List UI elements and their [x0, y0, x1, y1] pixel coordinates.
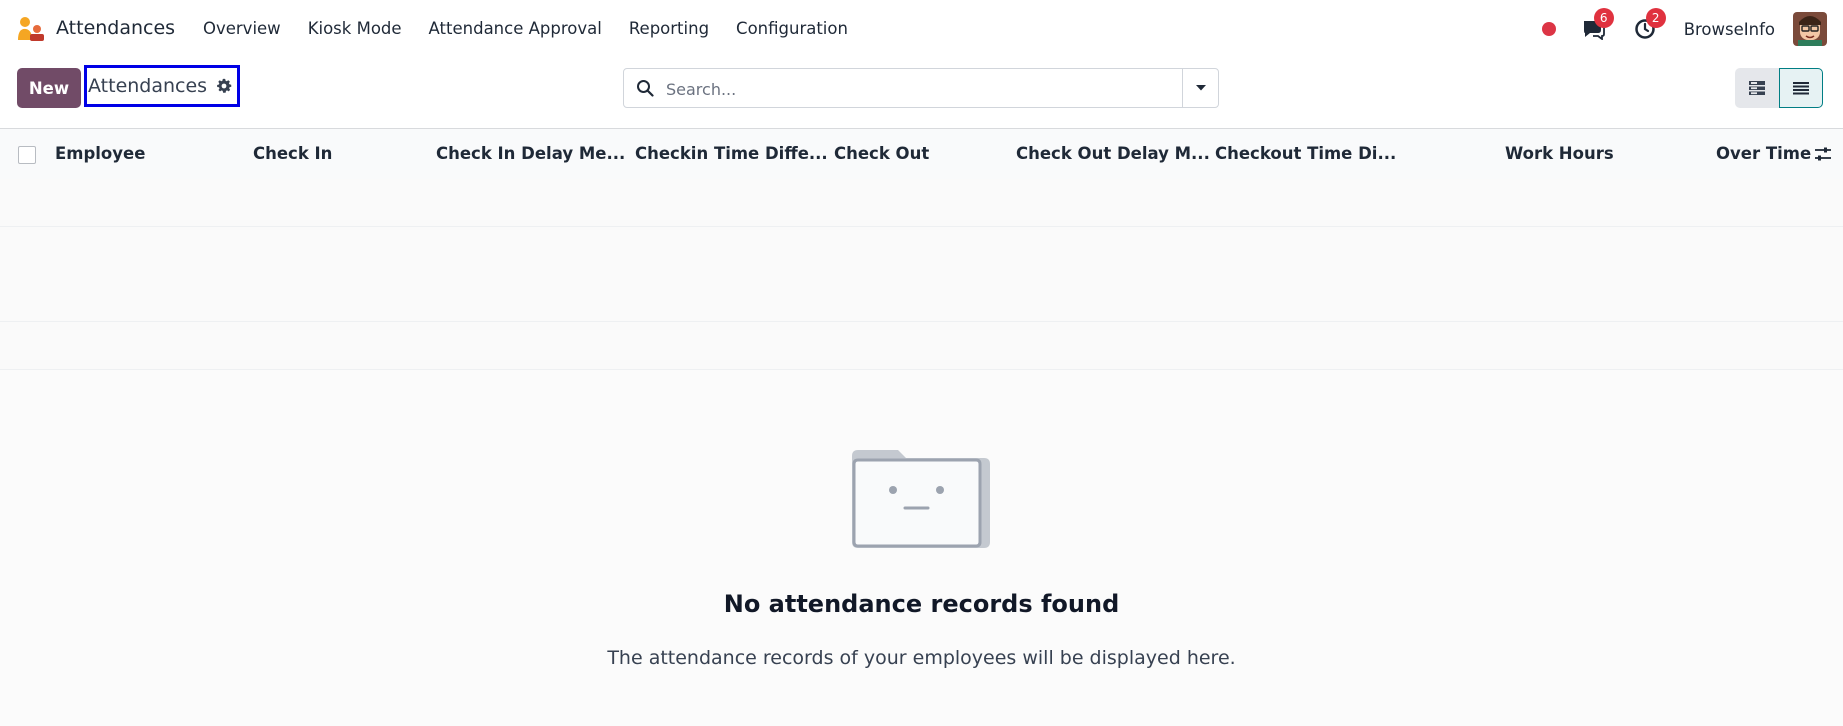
status-dot[interactable]	[1541, 22, 1556, 36]
empty-folder-icon	[848, 446, 994, 554]
top-navbar: Attendances Overview Kiosk Mode Attendan…	[0, 0, 1843, 58]
gear-icon[interactable]	[216, 78, 232, 94]
kanban-view-icon	[1749, 81, 1765, 95]
menu-kiosk-mode[interactable]: Kiosk Mode	[308, 19, 402, 38]
column-employee[interactable]: Employee	[55, 144, 145, 163]
search-options-toggle[interactable]	[1182, 68, 1219, 108]
view-switcher	[1735, 68, 1823, 108]
user-avatar[interactable]	[1793, 12, 1827, 46]
kanban-view-button[interactable]	[1735, 68, 1779, 108]
messages-button[interactable]: 6	[1580, 8, 1614, 42]
page-title: Attendances	[88, 75, 208, 97]
column-check-in[interactable]: Check In	[253, 144, 332, 163]
app-title[interactable]: Attendances	[56, 17, 175, 39]
breadcrumb: Attendances	[84, 65, 240, 107]
table-row	[0, 322, 1843, 370]
systray: 6 2 BrowseInfo	[1541, 8, 1827, 46]
main-menu: Overview Kiosk Mode Attendance Approval …	[203, 19, 875, 38]
column-work-hours[interactable]: Work Hours	[1505, 144, 1614, 163]
table-row	[0, 179, 1843, 227]
company-switcher[interactable]: BrowseInfo	[1684, 20, 1775, 39]
activities-badge: 2	[1645, 8, 1666, 28]
column-checkout-time-diff[interactable]: Checkout Time Di...	[1215, 144, 1396, 163]
column-checkin-time-diff[interactable]: Checkin Time Diffe...	[635, 144, 828, 163]
table-row	[0, 274, 1843, 322]
column-check-out-delay[interactable]: Check Out Delay M...	[1016, 144, 1210, 163]
activities-button[interactable]: 2	[1632, 8, 1666, 42]
column-settings-icon[interactable]	[1814, 145, 1832, 167]
empty-state-description: The attendance records of your employees…	[607, 647, 1236, 669]
table-header: Employee Check In Check In Delay Me... C…	[0, 129, 1843, 180]
list-view-icon	[1793, 82, 1809, 95]
menu-attendance-approval[interactable]: Attendance Approval	[429, 19, 602, 38]
list-view-button[interactable]	[1779, 68, 1823, 108]
search-input[interactable]	[664, 76, 1198, 102]
column-check-out[interactable]: Check Out	[834, 144, 929, 163]
column-over-time[interactable]: Over Time	[1716, 144, 1811, 163]
column-check-in-delay[interactable]: Check In Delay Me...	[436, 144, 625, 163]
table-row	[0, 227, 1843, 275]
new-button[interactable]: New	[17, 68, 81, 108]
empty-state-title: No attendance records found	[723, 590, 1120, 618]
app-logo-icon[interactable]	[16, 16, 46, 42]
select-all-checkbox[interactable]	[18, 146, 36, 164]
caret-down-icon	[1196, 85, 1206, 91]
list-view: Employee Check In Check In Delay Me... C…	[0, 128, 1843, 726]
menu-reporting[interactable]: Reporting	[629, 19, 709, 38]
search-icon	[636, 79, 654, 101]
menu-configuration[interactable]: Configuration	[736, 19, 848, 38]
messages-badge: 6	[1593, 8, 1614, 28]
menu-overview[interactable]: Overview	[203, 19, 281, 38]
search-bar	[623, 68, 1219, 108]
